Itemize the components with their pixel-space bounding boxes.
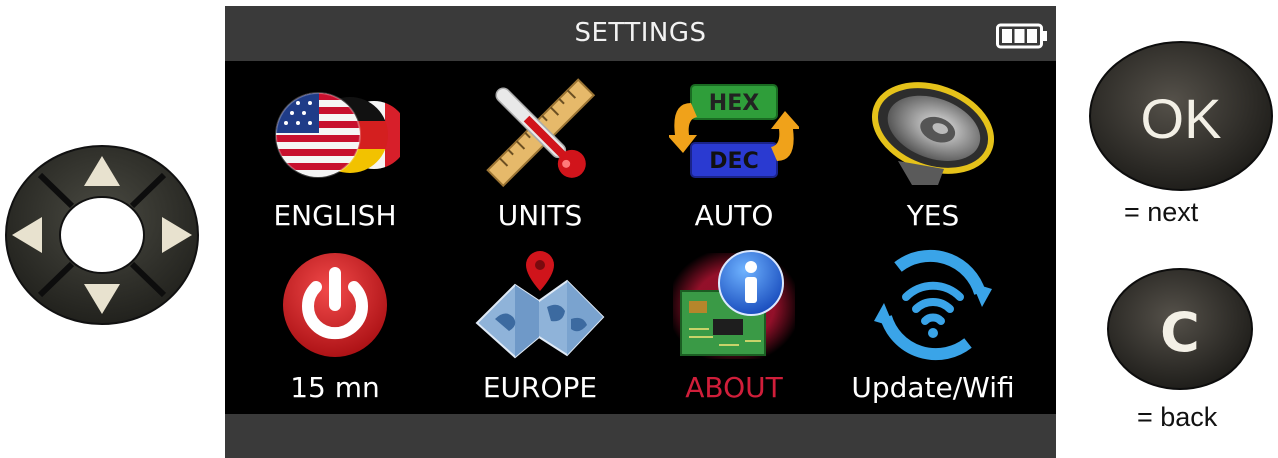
screen-title: SETTINGS xyxy=(574,18,707,48)
tile-update-wifi[interactable]: Update/Wifi xyxy=(851,240,1015,415)
units-ruler-thermometer-icon xyxy=(475,73,605,191)
title-bar: SETTINGS xyxy=(225,6,1056,61)
region-map-pin-icon xyxy=(475,245,605,363)
language-flags-icon xyxy=(270,73,400,191)
c-button[interactable]: C xyxy=(1106,267,1254,391)
tile-region[interactable]: EUROPE xyxy=(460,240,620,415)
tile-number-format[interactable]: HEX DEC AUTO xyxy=(654,68,814,243)
tile-label: ABOUT xyxy=(685,371,783,404)
tile-label: YES xyxy=(906,199,960,232)
hex-dec-conversion-icon: HEX DEC xyxy=(669,73,799,191)
device-screen: SETTINGS ENGLISH UNITS HEX DEC AUTO YES … xyxy=(225,6,1056,458)
tile-sound[interactable]: YES xyxy=(853,68,1013,243)
tile-label: AUTO xyxy=(694,199,774,232)
tile-auto-off[interactable]: 15 mn xyxy=(255,240,415,415)
ok-caption: = next xyxy=(1124,197,1199,227)
tile-units[interactable]: UNITS xyxy=(460,68,620,243)
tile-label: 15 mn xyxy=(290,371,380,404)
about-info-icon xyxy=(669,245,799,363)
tile-language[interactable]: ENGLISH xyxy=(255,68,415,243)
tile-label: ENGLISH xyxy=(273,199,397,232)
battery-full-icon xyxy=(996,23,1048,49)
hex-text: HEX xyxy=(709,91,759,116)
c-button-label: C xyxy=(1160,301,1200,364)
ok-button-label: OK xyxy=(1141,87,1222,150)
ok-button[interactable]: OK xyxy=(1088,40,1274,192)
dec-text: DEC xyxy=(709,149,758,174)
power-off-timer-icon xyxy=(270,245,400,363)
tile-label: Update/Wifi xyxy=(851,371,1015,404)
tile-about[interactable]: ABOUT xyxy=(654,240,814,415)
bottom-bar xyxy=(225,414,1056,458)
c-caption: = back xyxy=(1137,402,1218,432)
wifi-update-icon xyxy=(868,245,998,363)
dpad-arrows-icon xyxy=(4,144,200,326)
speaker-sound-icon xyxy=(868,73,998,191)
tile-label: EUROPE xyxy=(482,371,598,404)
tile-label: UNITS xyxy=(497,199,583,232)
